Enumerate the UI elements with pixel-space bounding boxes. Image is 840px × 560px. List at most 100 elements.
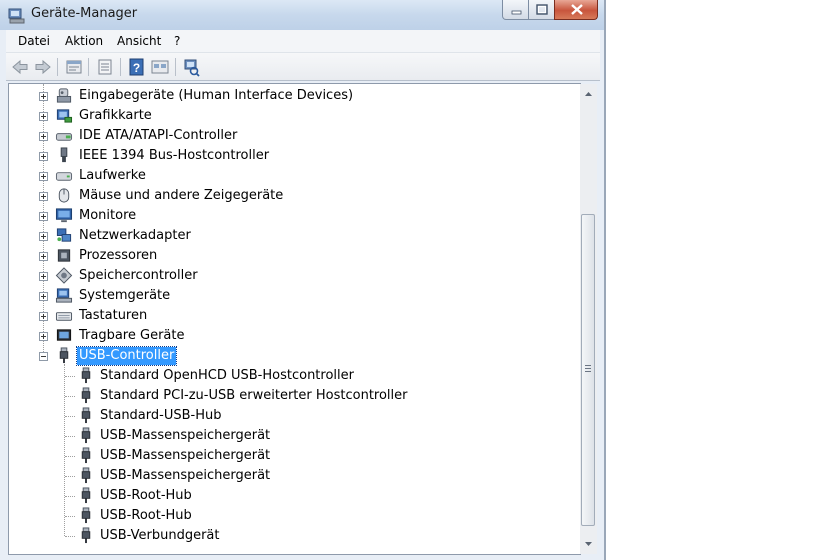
- tree-category-row[interactable]: Grafikkarte: [9, 106, 581, 126]
- expand-plus-icon[interactable]: [39, 252, 48, 261]
- usb-plug-icon: [81, 427, 91, 444]
- tree-device-row[interactable]: USB-Massenspeichergerät: [9, 446, 581, 466]
- tree-guide-line: [65, 416, 75, 418]
- scroll-thumb[interactable]: [581, 214, 595, 526]
- tree-device-label: Standard-USB-Hub: [100, 408, 222, 423]
- tree-category-row[interactable]: IEEE 1394 Bus-Hostcontroller: [9, 146, 581, 166]
- processor-icon: [57, 249, 71, 262]
- network-adapter-icon: [56, 228, 72, 242]
- tree-category-row[interactable]: Tragbare Geräte: [9, 326, 581, 346]
- menu-bar: Datei Aktion Ansicht ?: [6, 30, 600, 53]
- usb-plug-icon: [81, 527, 91, 544]
- menu-help[interactable]: ?: [174, 34, 180, 48]
- storage-controller-icon: [55, 267, 73, 284]
- tree-device-row[interactable]: Standard OpenHCD USB-Hostcontroller: [9, 366, 581, 386]
- tree-category-label: Monitore: [79, 208, 137, 223]
- tree-category-row[interactable]: Prozessoren: [9, 246, 581, 266]
- computer-view-icon[interactable]: [64, 57, 84, 77]
- hid-icon: [56, 88, 72, 103]
- expand-plus-icon[interactable]: [39, 332, 48, 341]
- tree-device-row[interactable]: USB-Massenspeichergerät: [9, 426, 581, 446]
- scroll-grip-icon: [585, 365, 591, 372]
- scan-hardware-icon[interactable]: [181, 57, 201, 77]
- usb-plug-icon: [81, 467, 91, 484]
- close-button[interactable]: [554, 0, 598, 20]
- tree-device-label: USB-Massenspeichergerät: [100, 468, 271, 483]
- minimize-icon: [511, 10, 522, 15]
- tree-category-row[interactable]: Laufwerke: [9, 166, 581, 186]
- toolbar: ?: [6, 53, 600, 81]
- usb-plug-icon: [59, 347, 69, 364]
- tree-guide-line: [65, 476, 75, 478]
- close-icon: [571, 4, 583, 15]
- maximize-icon: [536, 4, 548, 15]
- tree-device-row[interactable]: USB-Root-Hub: [9, 486, 581, 506]
- vertical-scrollbar[interactable]: [580, 84, 597, 554]
- tree-category-row[interactable]: Eingabegeräte (Human Interface Devices): [9, 86, 581, 106]
- tree-category-row[interactable]: Speichercontroller: [9, 266, 581, 286]
- tree-device-row[interactable]: USB-Massenspeichergerät: [9, 466, 581, 486]
- menu-ansicht[interactable]: Ansicht: [117, 34, 161, 48]
- menu-datei[interactable]: Datei: [18, 34, 50, 48]
- device-manager-window: Geräte-Manager Datei Aktion Ansicht ? ? …: [0, 0, 606, 560]
- menu-aktion[interactable]: Aktion: [65, 34, 103, 48]
- tree-device-label: USB-Root-Hub: [100, 488, 192, 503]
- tree-category-row-expanded[interactable]: USB-Controller: [9, 346, 581, 366]
- tree-guide-line: [65, 456, 75, 458]
- tree-category-row[interactable]: Systemgeräte: [9, 286, 581, 306]
- tree-device-row[interactable]: USB-Verbundgerät: [9, 526, 581, 546]
- tree-device-row[interactable]: Standard PCI-zu-USB erweiterter Hostcont…: [9, 386, 581, 406]
- forward-icon[interactable]: [33, 57, 53, 77]
- system-devices-icon: [55, 288, 73, 303]
- title-bar[interactable]: Geräte-Manager: [0, 0, 604, 30]
- tree-guide-line: [65, 376, 75, 378]
- maximize-button[interactable]: [528, 0, 555, 20]
- tree-category-row[interactable]: Netzwerkadapter: [9, 226, 581, 246]
- scroll-down-arrow-icon[interactable]: [580, 536, 597, 552]
- toolbar-separator: [57, 58, 58, 76]
- expand-plus-icon[interactable]: [39, 172, 48, 181]
- portable-devices-icon: [56, 329, 72, 341]
- toolbar-separator: [120, 58, 121, 76]
- expand-plus-icon[interactable]: [39, 132, 48, 141]
- tree-category-label-selected: USB-Controller: [75, 346, 178, 366]
- expand-plus-icon[interactable]: [39, 312, 48, 321]
- expand-plus-icon[interactable]: [39, 92, 48, 101]
- usb-plug-icon: [81, 447, 91, 464]
- device-tree[interactable]: Eingabegeräte (Human Interface Devices) G…: [8, 83, 581, 555]
- tree-category-label: Systemgeräte: [79, 288, 171, 303]
- expand-plus-icon[interactable]: [39, 112, 48, 121]
- usb-plug-icon: [81, 367, 91, 384]
- tree-guide-line: [65, 396, 75, 398]
- tree-category-row[interactable]: Tastaturen: [9, 306, 581, 326]
- tree-category-row[interactable]: IDE ATA/ATAPI-Controller: [9, 126, 581, 146]
- tree-category-label: Tragbare Geräte: [79, 328, 185, 343]
- tree-category-label: Laufwerke: [79, 168, 146, 183]
- tree-device-row[interactable]: USB-Root-Hub: [9, 506, 581, 526]
- expand-plus-icon[interactable]: [39, 212, 48, 221]
- expand-plus-icon[interactable]: [39, 192, 48, 201]
- tree-category-label: Grafikkarte: [79, 108, 152, 123]
- device-view-icon[interactable]: [150, 57, 170, 77]
- tree-guide-line: [65, 536, 75, 538]
- tree-category-label: Mäuse und andere Zeigegeräte: [79, 188, 284, 203]
- disk-drive-icon: [55, 172, 73, 181]
- back-icon[interactable]: [10, 57, 30, 77]
- toolbar-separator: [88, 58, 89, 76]
- expand-plus-icon[interactable]: [39, 152, 48, 161]
- toolbar-separator: [175, 58, 176, 76]
- tree-device-row[interactable]: Standard-USB-Hub: [9, 406, 581, 426]
- minimize-button[interactable]: [502, 0, 529, 20]
- tree-device-label: USB-Massenspeichergerät: [100, 428, 271, 443]
- scroll-up-arrow-icon[interactable]: [580, 86, 597, 102]
- expand-plus-icon[interactable]: [39, 232, 48, 241]
- collapse-minus-icon[interactable]: [39, 352, 48, 361]
- tree-category-label: IEEE 1394 Bus-Hostcontroller: [79, 148, 270, 163]
- tree-category-label: Eingabegeräte (Human Interface Devices): [79, 88, 354, 103]
- expand-plus-icon[interactable]: [39, 272, 48, 281]
- expand-plus-icon[interactable]: [39, 292, 48, 301]
- properties-icon[interactable]: [95, 57, 115, 77]
- tree-category-row[interactable]: Monitore: [9, 206, 581, 226]
- help-icon[interactable]: ?: [127, 57, 147, 77]
- tree-category-row[interactable]: Mäuse und andere Zeigegeräte: [9, 186, 581, 206]
